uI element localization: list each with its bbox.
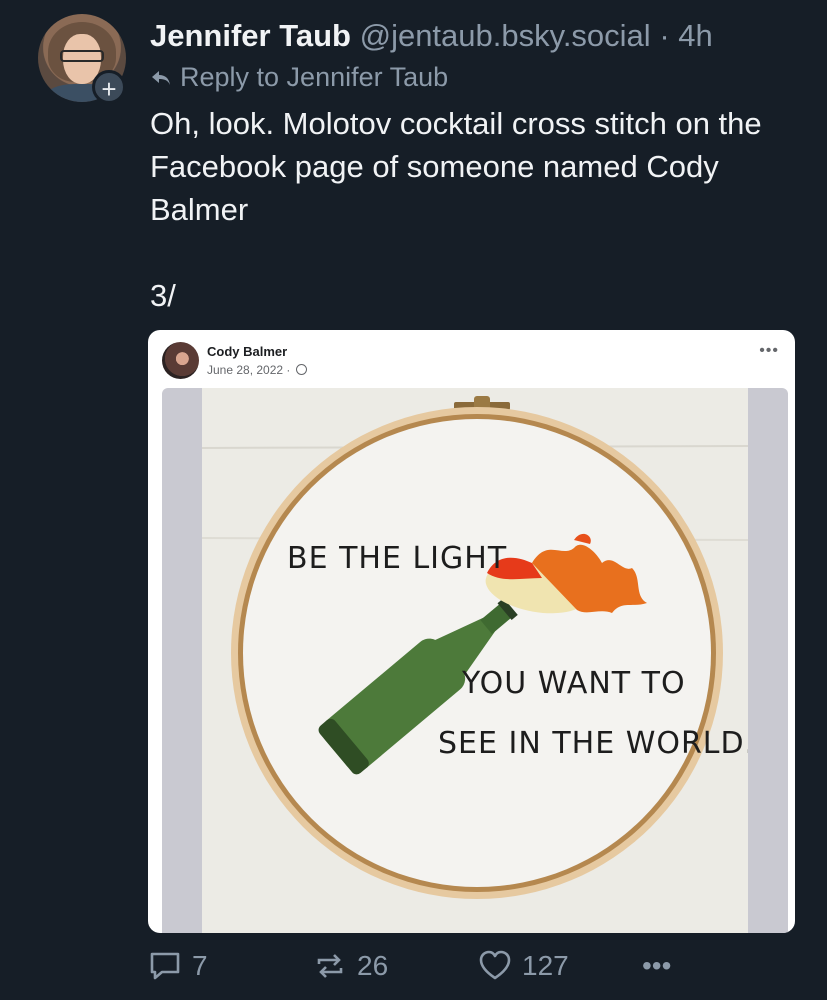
- post-actions-bar: 7 26 127 •••: [148, 950, 768, 990]
- heart-icon: [478, 950, 512, 982]
- reply-icon: [148, 950, 182, 982]
- embedded-image-screenshot[interactable]: Cody Balmer June 28, 2022 · ••• BE THE L…: [148, 330, 795, 933]
- like-count: 127: [522, 950, 569, 981]
- embed-avatar: [162, 342, 199, 379]
- post-timestamp[interactable]: 4h: [678, 18, 712, 53]
- stitch-line-2: YOU WANT TO: [461, 666, 686, 701]
- post-header: Jennifer Taub @jentaub.bsky.social · 4h: [150, 18, 713, 54]
- header-separator: ·: [659, 18, 670, 53]
- author-handle[interactable]: @jentaub.bsky.social: [360, 18, 651, 53]
- more-options-button[interactable]: •••: [642, 950, 671, 982]
- reply-to-link[interactable]: Reply to Jennifer Taub: [150, 62, 448, 95]
- embed-date: June 28, 2022 ·: [207, 363, 307, 377]
- follow-plus-icon[interactable]: +: [92, 70, 126, 104]
- avatar-glasses: [60, 50, 104, 62]
- stitch-line-3: SEE IN THE WORLD.: [438, 726, 748, 761]
- stitch-line-1: BE THE LIGHT: [287, 541, 507, 576]
- embed-author-name: Cody Balmer: [207, 344, 288, 359]
- reply-button[interactable]: 7: [148, 950, 208, 982]
- post-text: Oh, look. Molotov cocktail cross stitch …: [150, 106, 762, 313]
- repost-button[interactable]: 26: [313, 950, 388, 982]
- embed-date-text: June 28, 2022 ·: [207, 363, 291, 377]
- more-dots-icon: •••: [642, 950, 672, 981]
- globe-icon: [295, 364, 307, 375]
- embed-photo-frame: BE THE LIGHT YOU WANT TO SEE IN THE WORL…: [162, 388, 788, 933]
- reply-to-label: Reply to Jennifer Taub: [180, 62, 449, 92]
- like-button[interactable]: 127: [478, 950, 569, 982]
- embed-more-icon: •••: [759, 342, 779, 359]
- reply-arrow-icon: [150, 64, 172, 95]
- author-display-name[interactable]: Jennifer Taub: [150, 18, 351, 53]
- embroidery-photo: BE THE LIGHT YOU WANT TO SEE IN THE WORL…: [201, 388, 754, 933]
- repost-icon: [313, 950, 347, 982]
- reply-count: 7: [192, 950, 208, 981]
- repost-count: 26: [357, 950, 389, 981]
